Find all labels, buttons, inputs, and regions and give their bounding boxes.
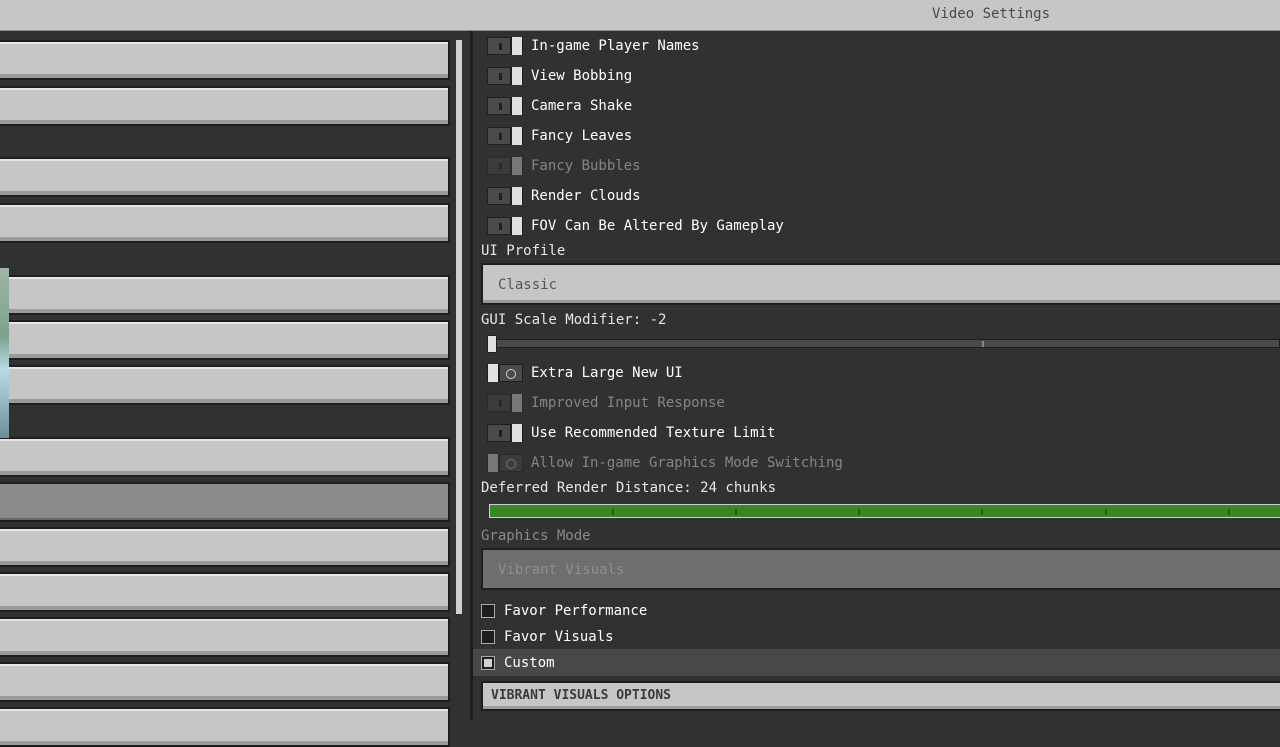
- category-scrollbar[interactable]: [456, 40, 462, 614]
- character-art: [0, 268, 9, 438]
- toggle-label: Fancy Bubbles: [531, 158, 641, 174]
- graphics-mode-dropdown: Vibrant Visuals: [481, 548, 1280, 590]
- toggle-switch[interactable]: [487, 217, 523, 235]
- toggle-switch[interactable]: [487, 97, 523, 115]
- toggle-label: Render Clouds: [531, 188, 641, 204]
- category-button[interactable]: [0, 86, 450, 126]
- ui-profile-value: Classic: [498, 277, 558, 293]
- category-button[interactable]: [0, 320, 450, 360]
- vibrant-visuals-options-label: VIBRANT VISUALS OPTIONS: [491, 688, 672, 703]
- render-distance-tick: [735, 509, 737, 515]
- settings-category-list: [0, 31, 465, 747]
- vibrant-visuals-options-button[interactable]: VIBRANT VISUALS OPTIONS: [481, 681, 1280, 711]
- graphics-mode-value: Vibrant Visuals: [498, 562, 625, 578]
- category-button[interactable]: [0, 527, 450, 567]
- category-button[interactable]: [0, 437, 450, 477]
- toggle-switch: [487, 157, 523, 175]
- radio-favor-performance[interactable]: Favor Performance: [481, 600, 647, 622]
- option-label: Custom: [504, 654, 555, 671]
- category-button[interactable]: [0, 365, 450, 405]
- gui-scale-slider[interactable]: [487, 335, 1280, 353]
- category-button[interactable]: [0, 40, 450, 80]
- toggle-row-camera-shake[interactable]: Camera Shake: [487, 94, 632, 118]
- radio-favor-visuals[interactable]: Favor Visuals: [481, 626, 614, 648]
- gui-scale-tick: [982, 341, 984, 347]
- toggle-switch[interactable]: [487, 187, 523, 205]
- toggle-row-view-bobbing[interactable]: View Bobbing: [487, 64, 632, 88]
- toggle-switch[interactable]: [487, 127, 523, 145]
- toggle-label: Fancy Leaves: [531, 128, 633, 144]
- option-label: Favor Performance: [504, 603, 648, 619]
- category-button[interactable]: [0, 157, 450, 197]
- category-button[interactable]: [0, 707, 450, 747]
- checkbox[interactable]: [481, 604, 495, 618]
- ui-profile-label: UI Profile: [481, 243, 566, 259]
- category-button-video-selected[interactable]: [0, 482, 450, 522]
- render-distance-tick: [981, 509, 983, 515]
- option-label: Favor Visuals: [504, 629, 614, 645]
- toggle-switch: [487, 454, 523, 472]
- category-button[interactable]: [0, 203, 450, 243]
- gui-scale-label: GUI Scale Modifier: -2: [481, 312, 667, 328]
- radio-custom[interactable]: Custom: [473, 649, 1280, 676]
- toggle-row-fancy-bubbles: Fancy Bubbles: [487, 154, 641, 178]
- render-distance-tick: [858, 509, 860, 515]
- toggle-label: Camera Shake: [531, 98, 633, 114]
- category-button[interactable]: [0, 617, 450, 657]
- toggle-row-player-names[interactable]: In-game Player Names: [487, 34, 700, 58]
- toggle-switch[interactable]: [487, 364, 523, 382]
- toggle-row-fov-gameplay[interactable]: FOV Can Be Altered By Gameplay: [487, 214, 784, 238]
- category-button[interactable]: [0, 572, 450, 612]
- window-title: Video Settings: [932, 6, 1051, 22]
- toggle-label: In-game Player Names: [531, 38, 700, 54]
- toggle-row-graphics-switching: Allow In-game Graphics Mode Switching: [487, 451, 843, 475]
- checkbox[interactable]: [481, 630, 495, 644]
- toggle-switch[interactable]: [487, 37, 523, 55]
- toggle-label: Use Recommended Texture Limit: [531, 425, 776, 441]
- checkbox[interactable]: [481, 655, 495, 670]
- category-button[interactable]: [0, 275, 450, 315]
- title-bar: Video Settings: [0, 0, 1280, 31]
- render-distance-label: Deferred Render Distance: 24 chunks: [481, 480, 777, 496]
- toggle-label: Extra Large New UI: [531, 365, 683, 381]
- toggle-label: FOV Can Be Altered By Gameplay: [531, 218, 784, 234]
- toggle-row-render-clouds[interactable]: Render Clouds: [487, 184, 641, 208]
- toggle-row-improved-input: Improved Input Response: [487, 391, 725, 415]
- category-button[interactable]: [0, 662, 450, 702]
- render-distance-tick: [1105, 509, 1107, 515]
- toggle-row-texture-limit[interactable]: Use Recommended Texture Limit: [487, 421, 775, 445]
- ui-profile-dropdown[interactable]: Classic: [481, 263, 1280, 305]
- toggle-row-extra-large-ui[interactable]: Extra Large New UI: [487, 361, 683, 385]
- render-distance-tick: [612, 509, 614, 515]
- toggle-switch[interactable]: [487, 67, 523, 85]
- video-settings-panel: In-game Player Names View Bobbing Camera…: [473, 31, 1280, 720]
- toggle-label: Improved Input Response: [531, 395, 725, 411]
- toggle-label: View Bobbing: [531, 68, 633, 84]
- toggle-label: Allow In-game Graphics Mode Switching: [531, 455, 843, 471]
- render-distance-tick: [1228, 509, 1230, 515]
- graphics-mode-label: Graphics Mode: [481, 528, 591, 544]
- render-distance-slider[interactable]: [489, 504, 1280, 518]
- gui-scale-slider-thumb[interactable]: [487, 335, 497, 353]
- toggle-switch: [487, 394, 523, 412]
- toggle-switch[interactable]: [487, 424, 523, 442]
- toggle-row-fancy-leaves[interactable]: Fancy Leaves: [487, 124, 632, 148]
